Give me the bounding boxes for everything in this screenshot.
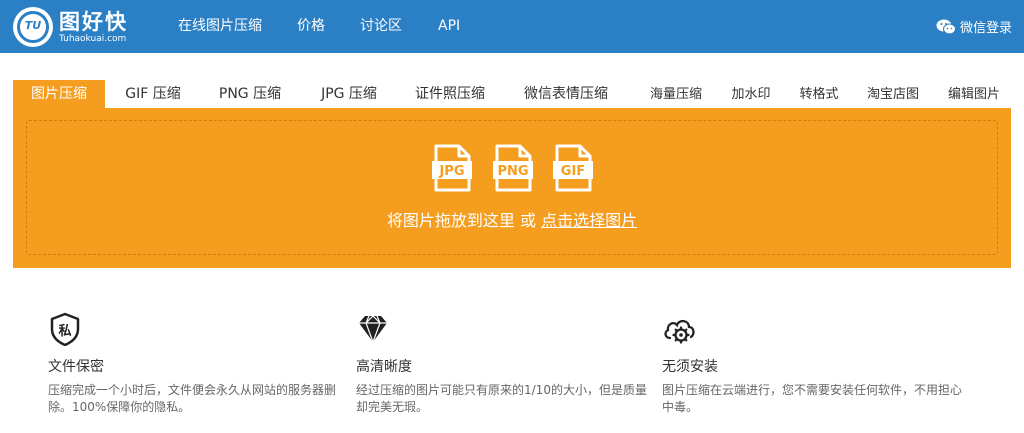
gif-file-icon: GIF — [553, 144, 593, 192]
logo-domain: Tuhaokuai.com — [59, 33, 127, 44]
nav-api[interactable]: API — [438, 0, 460, 53]
diamond-icon — [359, 315, 387, 344]
choose-image-link[interactable]: 点击选择图片 — [541, 211, 637, 230]
logo-badge: TU — [24, 19, 42, 32]
shield-private-icon: 私 — [50, 312, 80, 346]
feature-title: 无须安装 — [662, 359, 718, 375]
logo-mark-icon: TU — [13, 7, 53, 47]
tab-id-photo-compress[interactable]: 证件照压缩 — [408, 80, 492, 109]
tab-convert-format[interactable]: 转格式 — [794, 80, 844, 109]
png-file-label: PNG — [497, 164, 528, 179]
tab-jpg-compress[interactable]: JPG 压缩 — [310, 80, 388, 109]
drop-hint-text: 将图片拖放到这里 或 — [386, 211, 542, 230]
nav-pricing[interactable]: 价格 — [297, 0, 325, 53]
shield-private-char: 私 — [58, 323, 71, 339]
tab-image-compress[interactable]: 图片压缩 — [13, 80, 105, 109]
nav-forum[interactable]: 讨论区 — [360, 0, 402, 53]
feature-title: 文件保密 — [48, 359, 104, 375]
tab-watermark[interactable]: 加水印 — [726, 80, 776, 109]
drop-instruction: 将图片拖放到这里 或 点击选择图片 — [0, 207, 1024, 231]
tab-bulk-compress[interactable]: 海量压缩 — [645, 80, 707, 109]
tab-gif-compress[interactable]: GIF 压缩 — [115, 80, 191, 109]
wechat-icon — [936, 19, 956, 34]
feature-description: 压缩完成一个小时后，文件便会永久从网站的服务器删除。100%保障你的隐私。 — [48, 383, 337, 414]
tab-wechat-sticker-compress[interactable]: 微信表情压缩 — [516, 80, 616, 109]
feature-title: 高清晰度 — [356, 359, 412, 375]
gif-file-label: GIF — [561, 164, 585, 179]
nav-online-compress[interactable]: 在线图片压缩 — [178, 0, 262, 53]
feature-description: 经过压缩的图片可能只有原来的1/10的大小，但是质量却完美无瑕。 — [356, 383, 647, 414]
logo-title: 图好快 — [59, 9, 128, 34]
tab-edit-image[interactable]: 编辑图片 — [943, 80, 1005, 109]
wechat-login-label: 微信登录 — [959, 21, 1012, 36]
jpg-file-icon: JPG — [432, 144, 472, 192]
site-logo[interactable]: TU 图好快 Tuhaokuai.com — [13, 5, 128, 49]
feature-description: 图片压缩在云端进行，您不需要安装任何软件，不用担心中毒。 — [662, 383, 963, 414]
cloud-gear-icon — [664, 319, 695, 344]
tab-png-compress[interactable]: PNG 压缩 — [208, 80, 292, 109]
tab-taobao-images[interactable]: 淘宝店图 — [862, 80, 924, 109]
top-navigation-bar: TU 图好快 Tuhaokuai.com 在线图片压缩 价格 讨论区 API 微… — [0, 0, 1024, 53]
jpg-file-label: JPG — [438, 164, 464, 179]
wechat-login-button[interactable]: 微信登录 — [936, 0, 1012, 53]
png-file-icon: PNG — [493, 144, 533, 192]
